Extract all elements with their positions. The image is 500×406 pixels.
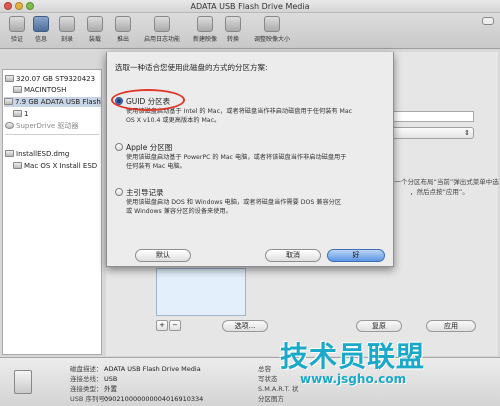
usb-drive-icon xyxy=(14,370,32,394)
minimize-window-button[interactable] xyxy=(15,2,23,10)
convert-button[interactable]: 转换 xyxy=(218,16,248,43)
volume-icon xyxy=(13,162,22,169)
partition-layout-box[interactable] xyxy=(156,268,246,316)
burn-icon xyxy=(59,16,75,32)
add-partition-button[interactable]: + xyxy=(156,320,168,331)
sidebar-item-superdrive[interactable]: SuperDrive 驱动器 xyxy=(5,121,78,131)
sidebar-item-installesd-dmg[interactable]: InstallESD.dmg xyxy=(5,149,69,159)
window-title: ADATA USB Flash Drive Media xyxy=(190,2,310,11)
radio-mbr[interactable]: 主引导记录 xyxy=(115,187,387,198)
convert-icon xyxy=(225,16,241,32)
disk-sidebar: 320.07 GB ST9320423 MACINTOSH 7.9 GB ADA… xyxy=(2,69,102,355)
info-row-bus: 连接总线： USB xyxy=(70,375,118,383)
info-right-smart: S.M.A.R.T. 状 xyxy=(258,385,299,393)
option-mbr: 主引导记录 使用该磁盘启动 DOS 和 Windows 电脑，或者将磁盘当作需要… xyxy=(115,187,387,216)
sidebar-divider xyxy=(5,134,99,135)
revert-button[interactable]: 复原 xyxy=(356,320,402,332)
apply-button[interactable]: 应用 xyxy=(426,320,476,332)
info-icon xyxy=(33,16,49,32)
option-apple-partition-map: Apple 分区图 使用该磁盘启动基于 PowerPC 的 Mac 电脑，或者将… xyxy=(115,142,387,171)
info-right-capacity: 总容 xyxy=(258,365,271,373)
instructions-text-2: ，然后点按“应用”。 xyxy=(410,188,469,196)
new-image-icon xyxy=(197,16,213,32)
options-button[interactable]: 选项... xyxy=(222,320,268,332)
info-row-description: 磁盘描述： ADATA USB Flash Drive Media xyxy=(70,365,201,373)
volume-icon xyxy=(13,110,22,117)
info-right-partition-map: 分区图方 xyxy=(258,395,284,403)
watermark-url: www.jsgho.com xyxy=(300,372,407,386)
window-controls xyxy=(4,2,34,10)
cancel-button[interactable]: 取消 xyxy=(265,249,321,262)
radio-apple-partition-map[interactable]: Apple 分区图 xyxy=(115,142,387,153)
toolbar: 验证 信息 刻录 装载 推出 启用日志功能 新建映像 转换 调整映像大小 xyxy=(0,13,500,49)
new-image-button[interactable]: 新建映像 xyxy=(190,16,220,43)
option-apple-description: 使用该磁盘启动基于 PowerPC 的 Mac 电脑，或者将该磁盘当作非启动磁盘… xyxy=(126,154,347,170)
remove-partition-button[interactable]: − xyxy=(169,320,181,331)
partition-scheme-sheet: 选取一种适合您使用此磁盘的方式的分区方案: GUID 分区表 使用该磁盘启动基于… xyxy=(106,52,394,267)
enable-journaling-button[interactable]: 启用日志功能 xyxy=(136,16,188,43)
resize-image-button[interactable]: 调整映像大小 xyxy=(246,16,298,43)
eject-icon xyxy=(115,16,131,32)
window-titlebar: ADATA USB Flash Drive Media xyxy=(0,0,500,13)
default-button[interactable]: 默认 xyxy=(135,249,191,262)
disk-image-icon xyxy=(5,150,14,157)
mount-button[interactable]: 装载 xyxy=(80,16,110,43)
info-row-type: 连接类型： 外置 xyxy=(70,385,117,393)
eject-button[interactable]: 推出 xyxy=(108,16,138,43)
sidebar-item-disk-internal[interactable]: 320.07 GB ST9320423 xyxy=(5,74,95,84)
toolbar-toggle-button[interactable] xyxy=(482,17,494,25)
resize-icon xyxy=(264,16,280,32)
mount-icon xyxy=(87,16,103,32)
radio-unselected-icon xyxy=(115,188,123,196)
info-row-serial: USB 序列号：09021000000000401691033​4 xyxy=(70,395,204,403)
radio-unselected-icon xyxy=(115,143,123,151)
usb-disk-icon xyxy=(4,98,13,105)
burn-button[interactable]: 刻录 xyxy=(52,16,82,43)
watermark-text: 技术员联盟 xyxy=(280,340,426,373)
sidebar-item-adata-usb[interactable]: 7.9 GB ADATA USB Flash xyxy=(4,97,101,107)
verify-icon xyxy=(9,16,25,32)
sidebar-item-install-esd-volume[interactable]: Mac OS X Install ESD xyxy=(13,161,97,171)
zoom-window-button[interactable] xyxy=(26,2,34,10)
instructions-text-1: 择一个分区布局“当前”弹出式菜单中选 xyxy=(388,178,499,186)
close-window-button[interactable] xyxy=(4,2,12,10)
option-mbr-description: 使用该磁盘启动 DOS 和 Windows 电脑，或者将磁盘当作需要 DOS 兼… xyxy=(126,199,342,215)
sheet-prompt: 选取一种适合您使用此磁盘的方式的分区方案: xyxy=(115,63,268,72)
highlight-ellipse xyxy=(111,89,185,111)
info-right-write-status: 写状态 xyxy=(258,375,278,383)
volume-icon xyxy=(13,86,22,93)
sidebar-item-volume-1[interactable]: 1 xyxy=(13,109,28,119)
ok-button[interactable]: 好 xyxy=(327,249,385,262)
optical-drive-icon xyxy=(5,122,14,129)
journaling-icon xyxy=(154,16,170,32)
hard-disk-icon xyxy=(5,75,14,82)
sidebar-item-macintosh[interactable]: MACINTOSH xyxy=(13,85,66,95)
